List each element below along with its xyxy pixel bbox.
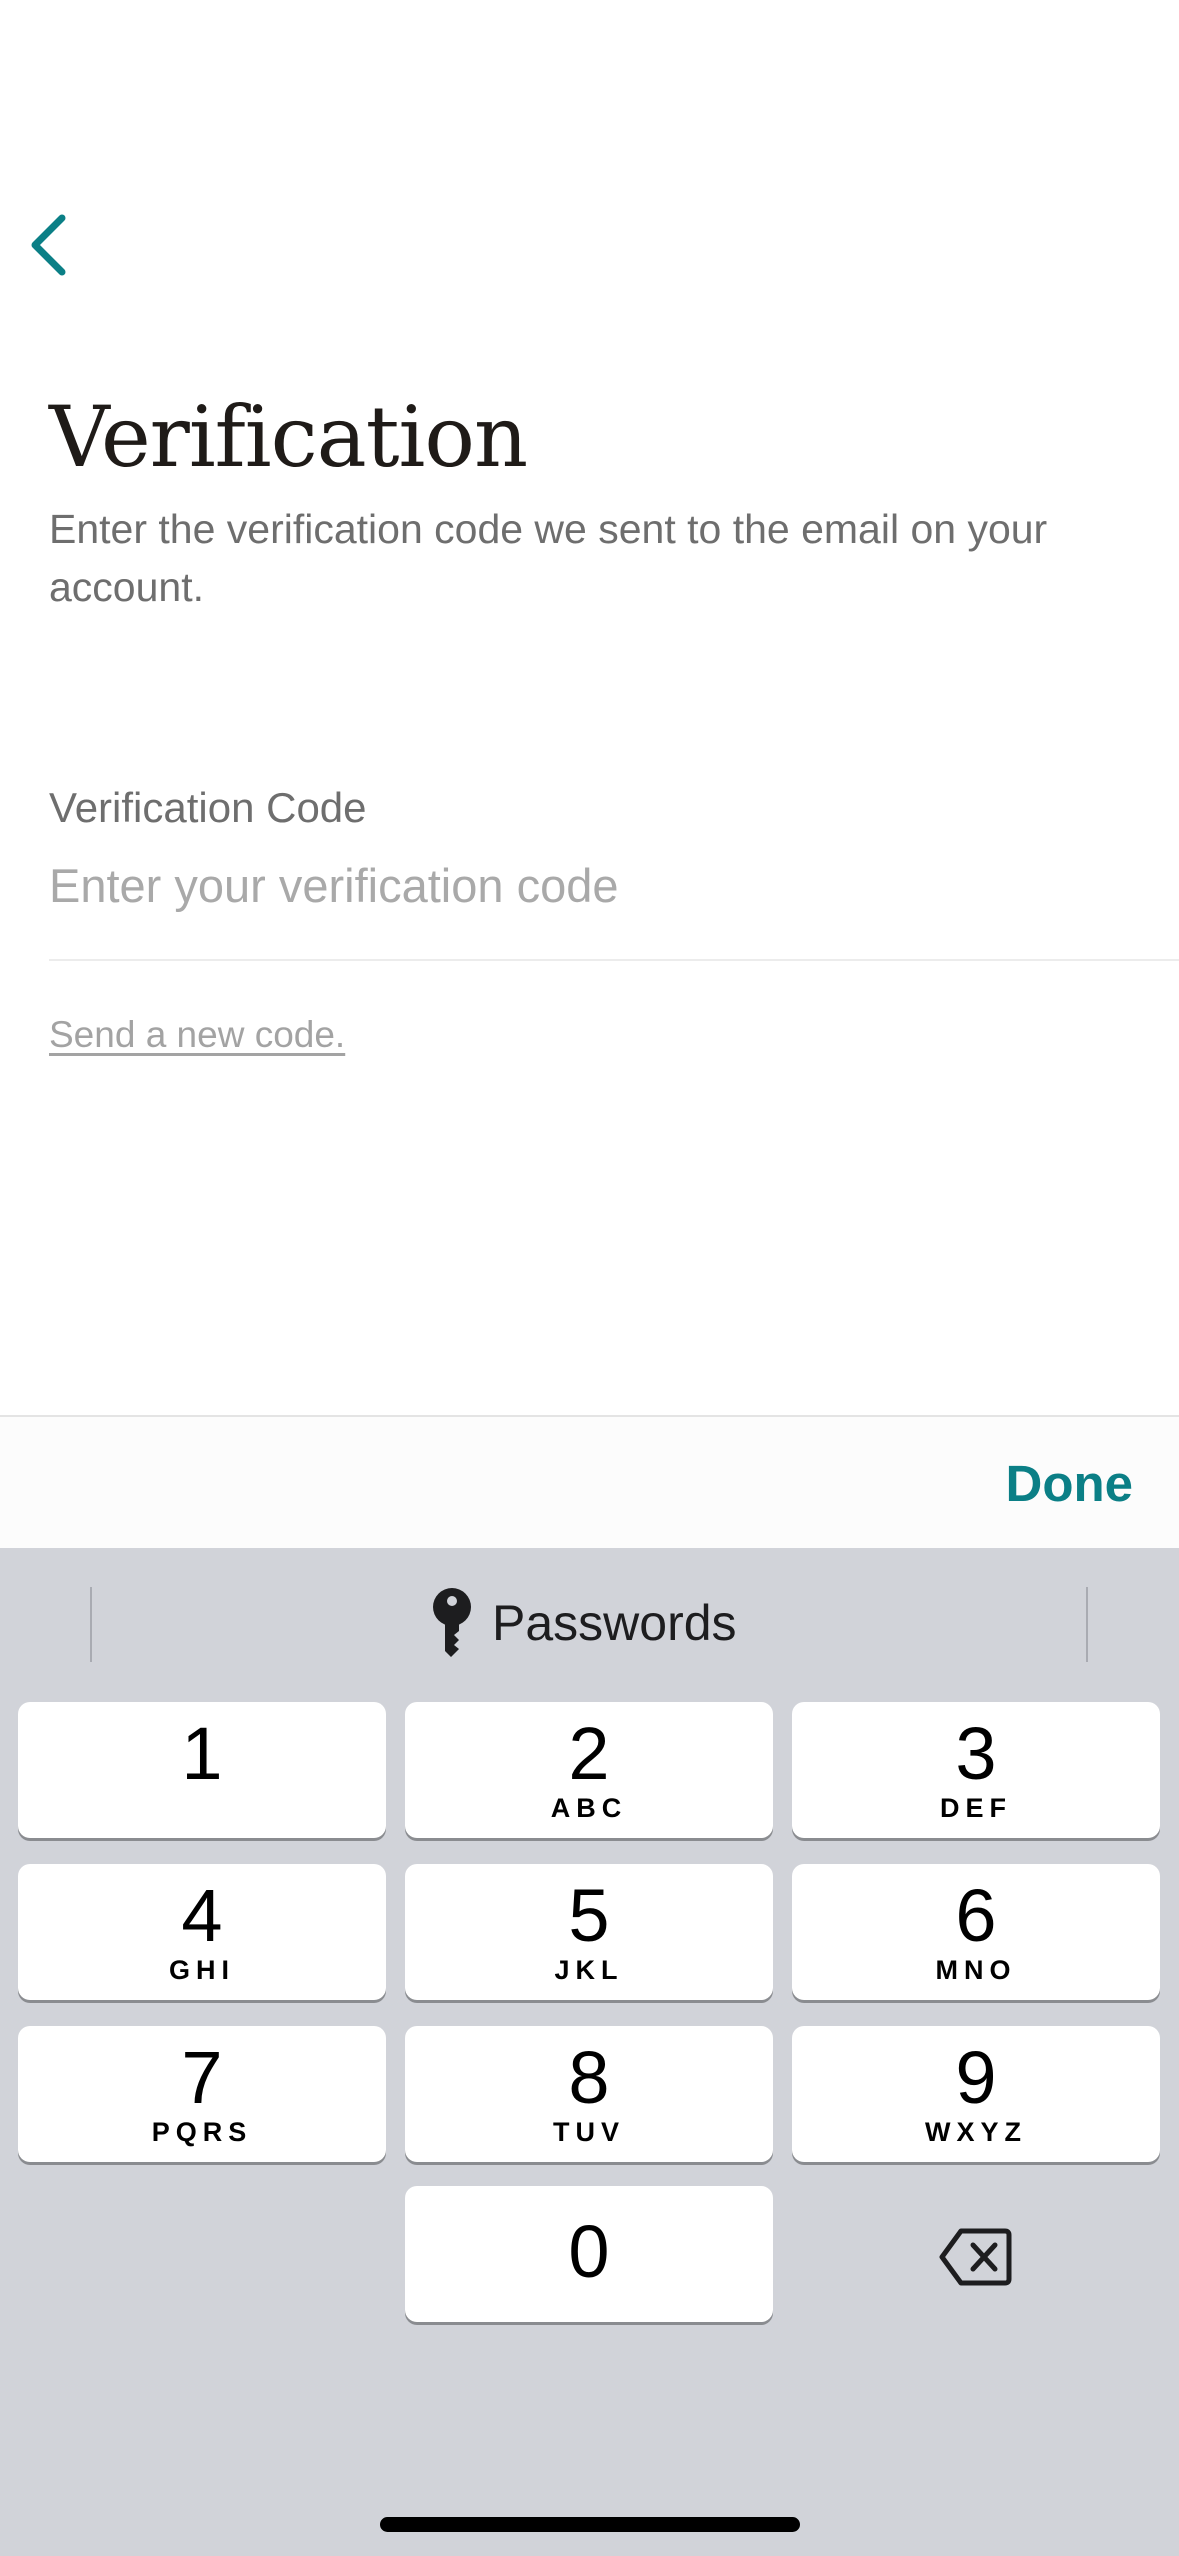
key-digit: 4 — [181, 1874, 223, 1957]
done-button[interactable]: Done — [1006, 1453, 1134, 1515]
key-1[interactable]: 1 — [18, 1702, 386, 1838]
key-icon — [433, 1588, 471, 1657]
key-9[interactable]: 9 WXYZ — [792, 2026, 1160, 2162]
suggestion-divider — [1086, 1587, 1088, 1662]
key-letters: WXYZ — [925, 2117, 1027, 2147]
key-2[interactable]: 2 ABC — [405, 1702, 773, 1838]
send-new-code-link[interactable]: Send a new code. — [49, 1010, 345, 1060]
suggestion-divider — [90, 1587, 92, 1662]
key-4[interactable]: 4 GHI — [18, 1864, 386, 2000]
key-digit: 0 — [568, 2210, 610, 2293]
input-underline — [49, 959, 1179, 961]
key-letters: MNO — [935, 1955, 1017, 1985]
key-0[interactable]: 0 — [405, 2186, 773, 2322]
key-digit: 8 — [568, 2036, 610, 2119]
key-digit: 6 — [955, 1874, 997, 1957]
backspace-icon — [939, 2228, 1012, 2286]
key-3[interactable]: 3 DEF — [792, 1702, 1160, 1838]
key-7[interactable]: 7 PQRS — [18, 2026, 386, 2162]
page-title: Verification — [49, 388, 528, 486]
key-6[interactable]: 6 MNO — [792, 1864, 1160, 2000]
key-8[interactable]: 8 TUV — [405, 2026, 773, 2162]
key-digit: 5 — [568, 1874, 610, 1957]
key-digit: 9 — [955, 2036, 997, 2119]
passwords-suggestion-button[interactable]: Passwords — [430, 1578, 737, 1668]
page-subtitle: Enter the verification code we sent to t… — [49, 506, 1048, 610]
key-digit: 7 — [181, 2036, 223, 2119]
verification-code-input[interactable] — [49, 850, 1149, 920]
key-5[interactable]: 5 JKL — [405, 1864, 773, 2000]
key-letters: GHI — [168, 1955, 235, 1985]
key-letters: TUV — [553, 2117, 625, 2147]
key-digit: 1 — [181, 1712, 223, 1795]
delete-key[interactable] — [792, 2189, 1160, 2325]
key-letters: JKL — [554, 1955, 624, 1985]
chevron-left-icon — [31, 214, 66, 276]
verification-code-label: Verification Code — [49, 784, 367, 831]
key-letters: DEF — [940, 1793, 1012, 1823]
keyboard-accessory-bar: Done — [0, 1415, 1179, 1550]
home-indicator[interactable] — [380, 2517, 800, 2532]
key-digit: 2 — [568, 1712, 610, 1795]
verification-screen: Verification Enter the verification code… — [0, 0, 1179, 2556]
key-letters: PQRS — [151, 2117, 253, 2147]
back-button[interactable] — [18, 205, 78, 285]
passwords-label: Passwords — [492, 1595, 737, 1651]
key-digit: 3 — [955, 1712, 997, 1795]
key-letters: ABC — [550, 1793, 628, 1823]
